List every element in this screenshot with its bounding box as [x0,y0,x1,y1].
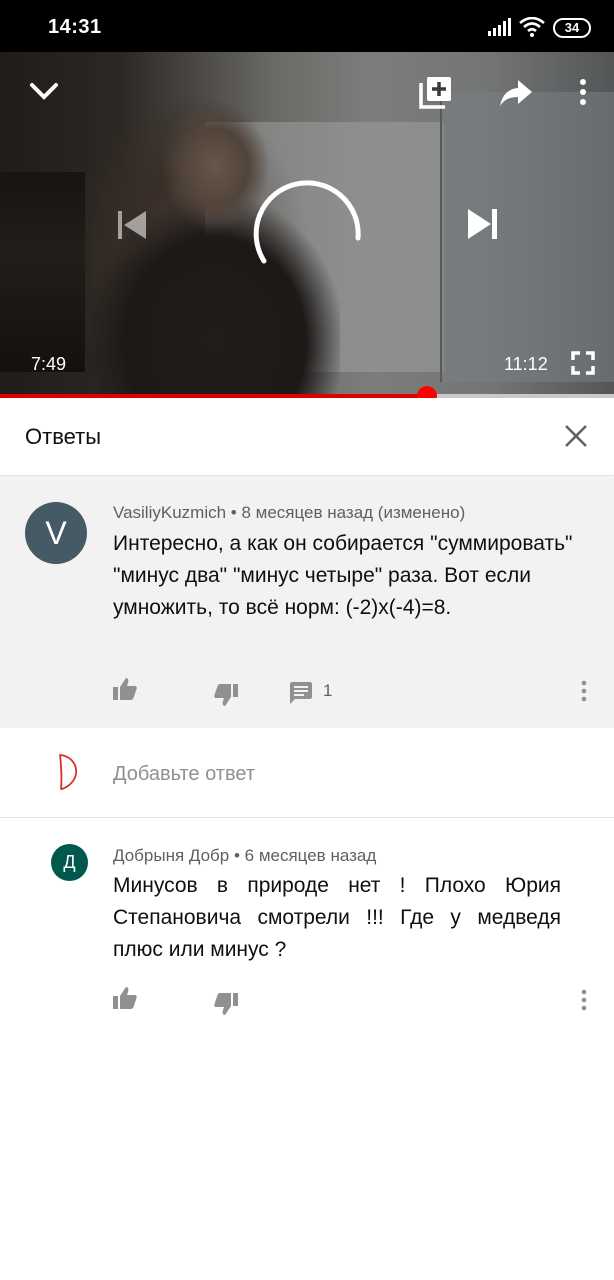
fullscreen-icon[interactable] [571,351,595,380]
comment-time: • 8 месяцев назад (изменено) [230,503,466,522]
add-reply-row[interactable]: Добавьте ответ [0,728,614,818]
chevron-down-icon[interactable] [28,78,60,109]
dislike-icon[interactable] [214,993,238,1020]
more-vert-icon[interactable] [580,989,588,1016]
add-to-playlist-icon[interactable] [419,75,453,114]
like-icon[interactable] [113,678,137,705]
video-player[interactable]: 7:49 11:12 [0,52,614,396]
main-comment: V VasiliyKuzmich • 8 месяцев назад (изме… [0,478,614,728]
status-bar: 14:31 34 [0,0,614,52]
next-icon[interactable] [466,207,500,246]
reply-count: 1 [323,681,333,700]
avatar[interactable]: V [25,502,87,564]
comment-text: Минусов в природе нет ! Плохо Юрия Степа… [113,874,561,961]
reply-icon[interactable] [290,682,312,709]
replies-title: Ответы [25,424,102,449]
more-vert-icon[interactable] [580,680,588,707]
battery-icon: 34 [553,18,591,38]
comment-meta: Добрыня Добр • 6 месяцев назад [113,846,376,866]
user-avatar-icon [52,752,88,797]
comment-text: Интересно, а как он собирается "суммиров… [113,532,573,619]
signal-icon [488,18,512,41]
wifi-icon [519,16,545,42]
add-reply-input[interactable]: Добавьте ответ [113,763,255,786]
dislike-icon[interactable] [214,684,238,711]
loading-spinner [253,180,361,264]
replies-header: Ответы [0,398,614,476]
comment-meta: VasiliyKuzmich • 8 месяцев назад (измене… [113,503,465,523]
more-vert-icon[interactable] [577,78,589,111]
close-icon[interactable] [564,424,588,453]
elapsed-time: 7:49 [31,354,67,374]
comment-time: • 6 месяцев назад [233,846,377,865]
duration-time: 11:12 [504,354,548,374]
comment-author[interactable]: VasiliyKuzmich [113,503,226,522]
status-time: 14:31 [48,16,102,38]
reply-comment: Д Добрыня Добр • 6 месяцев назад Минусов… [0,818,614,1038]
previous-icon[interactable] [116,209,148,246]
share-icon[interactable] [500,80,534,111]
avatar[interactable]: Д [51,844,88,881]
like-icon[interactable] [113,987,137,1014]
comment-author[interactable]: Добрыня Добр [113,846,229,865]
